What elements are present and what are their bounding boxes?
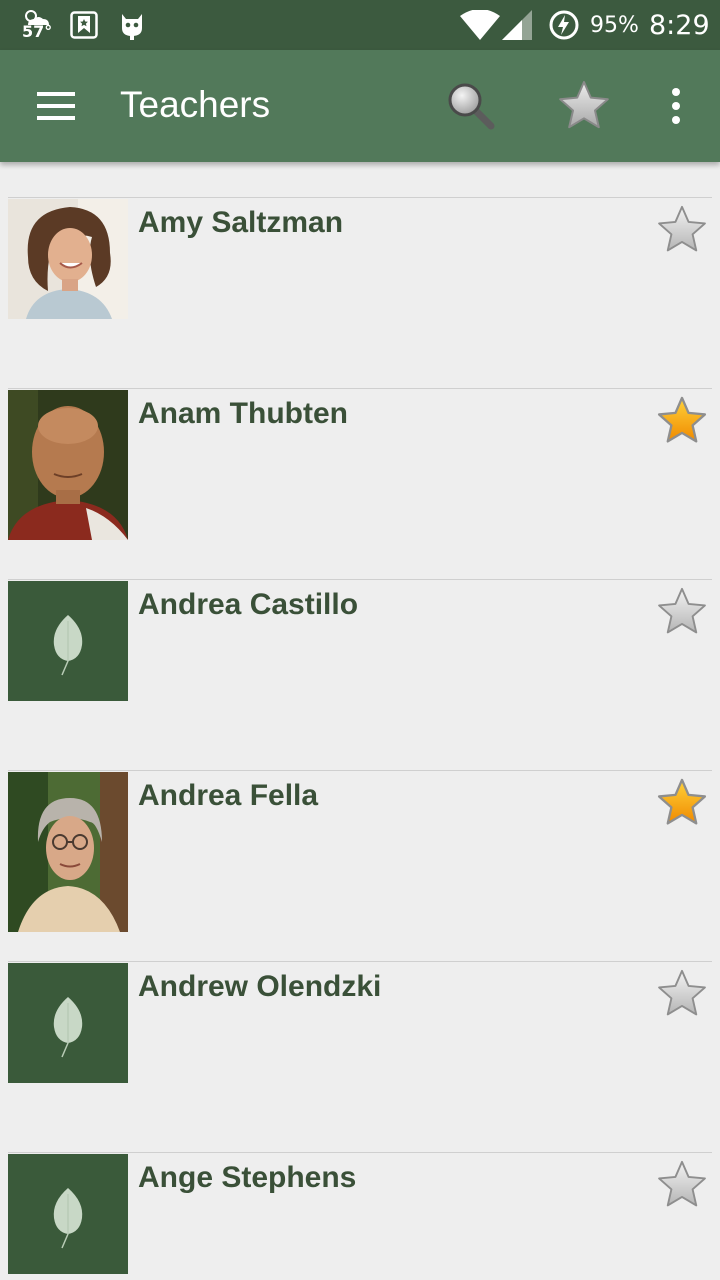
wifi-icon [460, 0, 500, 50]
teacher-row[interactable]: Andrea Castillo [8, 579, 712, 770]
teacher-name: Ange Stephens [138, 1161, 357, 1194]
teacher-name: Andrew Olendzki [138, 970, 382, 1003]
page-title: Teachers [120, 84, 271, 125]
more-options-button[interactable] [648, 78, 704, 134]
more-vert-icon [672, 88, 680, 124]
teacher-photo [8, 199, 128, 319]
favorite-toggle[interactable] [656, 395, 708, 447]
teacher-row[interactable]: Anam Thubten [8, 388, 712, 579]
teacher-row[interactable]: Amy Saltzman [8, 197, 712, 388]
bookmark-app-icon [70, 0, 98, 50]
teacher-name: Anam Thubten [138, 397, 348, 430]
search-icon [448, 83, 495, 130]
status-bar: 57° 95% 8:29 [0, 0, 720, 50]
teacher-photo-placeholder [8, 963, 128, 1083]
cyanogen-icon [118, 0, 146, 50]
app-bar: Teachers [0, 50, 720, 162]
teacher-name: Andrea Castillo [138, 588, 359, 621]
favorite-toggle[interactable] [656, 968, 708, 1020]
star-outline-icon [658, 587, 706, 634]
favorite-toggle[interactable] [656, 586, 708, 638]
teacher-row[interactable]: Ange Stephens [8, 1152, 712, 1280]
teacher-photo-placeholder [8, 1154, 128, 1274]
teacher-name: Andrea Fella [138, 779, 319, 812]
star-icon [559, 81, 609, 129]
teacher-name: Amy Saltzman [138, 206, 344, 239]
star-outline-icon [658, 1160, 706, 1207]
teacher-photo-placeholder [8, 581, 128, 701]
star-filled-icon [657, 778, 707, 825]
star-outline-icon [658, 969, 706, 1016]
teacher-photo [8, 772, 128, 932]
battery-charging-icon [548, 0, 580, 50]
search-button[interactable] [443, 78, 499, 134]
weather-icon: 57° [20, 0, 54, 50]
favorite-toggle[interactable] [656, 204, 708, 256]
teacher-row[interactable]: Andrew Olendzki [8, 961, 712, 1152]
favorite-toggle[interactable] [656, 777, 708, 829]
menu-button[interactable] [28, 82, 84, 130]
cell-signal-icon [502, 0, 532, 50]
favorites-filter-button[interactable] [556, 78, 612, 134]
star-outline-icon [658, 205, 706, 252]
clock: 8:29 [649, 9, 710, 41]
weather-temperature: 57° [22, 22, 53, 41]
teacher-row[interactable]: Andrea Fella [8, 770, 712, 961]
star-filled-icon [657, 396, 707, 443]
teacher-list: Amy Saltzman Anam Thubten Andrea Castill… [0, 162, 720, 1280]
menu-icon [37, 92, 75, 120]
favorite-toggle[interactable] [656, 1159, 708, 1211]
teacher-photo [8, 390, 128, 540]
battery-percent: 95% [590, 12, 639, 38]
